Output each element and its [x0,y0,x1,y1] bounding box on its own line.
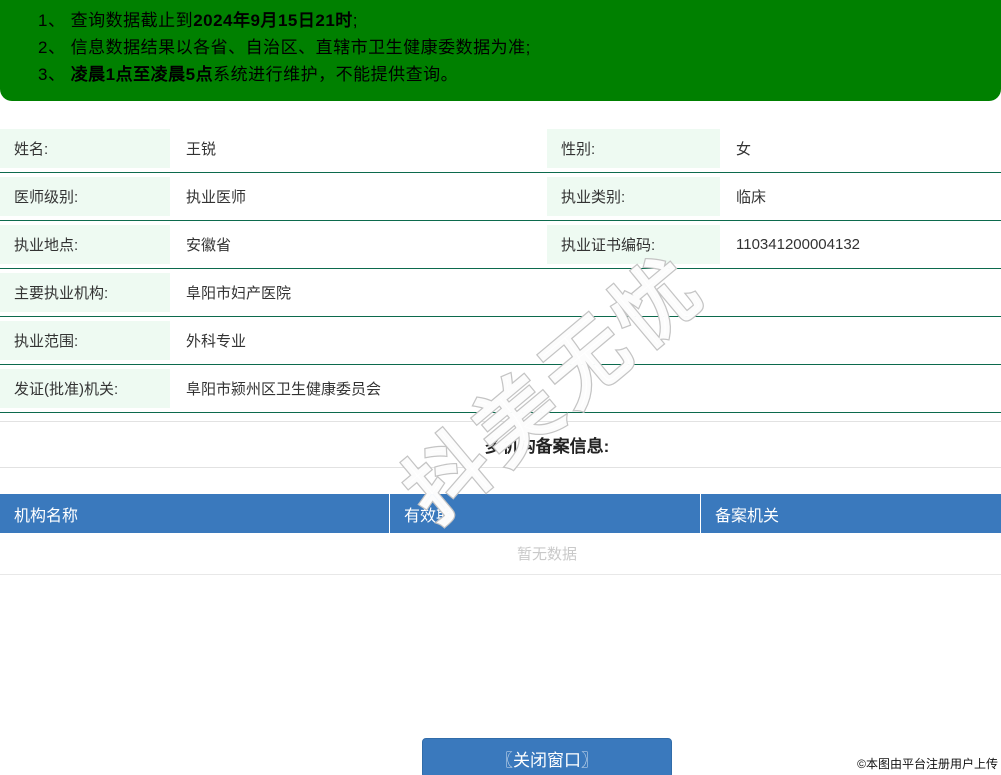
field-label: 发证(批准)机关: [0,369,170,408]
notice-list: 1、 查询数据截止到2024年9月15日21时; 2、 信息数据结果以各省、自治区… [38,7,991,88]
field-value: 临床 [736,189,767,206]
notice-item: 2、 信息数据结果以各省、自治区、直辖市卫生健康委数据为准; [38,38,531,57]
notice-item: 3、 凌晨1点至凌晨5点系统进行维护，不能提供查询。 [38,65,459,84]
filing-section-title: 多机构备案信息: [484,437,610,456]
info-row: 主要执业机构: 阜阳市妇产医院 [0,269,1001,317]
field-value: 女 [736,141,752,158]
field-label: 执业证书编码: [547,225,720,264]
notice-item: 1、 查询数据截止到2024年9月15日21时; [38,11,359,30]
empty-data-row: 暂无数据 [0,533,1001,575]
filing-column-header: 有效期 [390,494,701,533]
filing-table-header: 机构名称 有效期 备案机关 [0,494,1001,533]
filing-column-header: 备案机关 [715,507,780,525]
field-value: 安徽省 [186,237,232,254]
field-label: 执业类别: [547,177,720,216]
filing-table: 机构名称 有效期 备案机关 暂无数据 [0,494,1001,575]
field-label: 姓名: [0,129,170,168]
field-value: 阜阳市妇产医院 [186,285,292,302]
button-row: 〖关闭窗口〗 [0,738,1001,775]
field-value: 外科专业 [186,333,247,350]
divider-line [0,421,1001,422]
practitioner-info-table: 姓名: 王锐 性别: 女医师级别: 执业医师 执业类别: 临床执业地点: 安徽省 执业证书编码:… [0,125,1001,413]
field-label: 执业范围: [0,321,170,360]
field-label: 主要执业机构: [0,273,170,312]
info-row: 发证(批准)机关: 阜阳市颍州区卫生健康委员会 [0,365,1001,413]
image-credit: ©本图由平台注册用户上传 [857,757,998,771]
info-row: 执业地点: 安徽省 执业证书编码: 110341200004132 [0,221,1001,269]
field-value: 阜阳市颍州区卫生健康委员会 [186,381,382,398]
field-label: 医师级别: [0,177,170,216]
practitioner-query-result-page: 1、 查询数据截止到2024年9月15日21时; 2、 信息数据结果以各省、自治区… [0,0,1001,775]
info-row: 医师级别: 执业医师 执业类别: 临床 [0,173,1001,221]
field-label: 执业地点: [0,225,170,264]
field-value: 王锐 [186,141,217,158]
notice-banner: 1、 查询数据截止到2024年9月15日21时; 2、 信息数据结果以各省、自治区… [0,0,1001,101]
field-label: 性别: [547,129,720,168]
info-row: 姓名: 王锐 性别: 女 [0,125,1001,173]
info-row: 执业范围: 外科专业 [0,317,1001,365]
empty-data-text: 暂无数据 [516,546,577,563]
divider-line [0,467,1001,468]
close-window-button[interactable]: 〖关闭窗口〗 [422,738,672,775]
filing-column-header: 机构名称 [0,494,390,533]
field-value: 执业医师 [186,189,247,206]
field-value: 110341200004132 [736,236,861,253]
